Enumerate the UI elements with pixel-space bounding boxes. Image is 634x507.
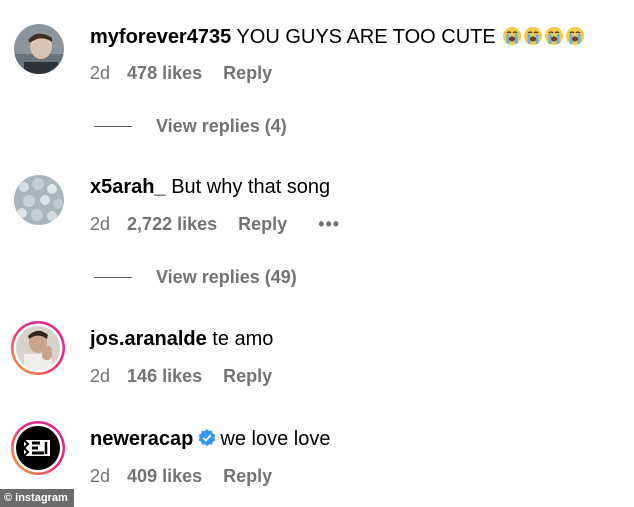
reply-button[interactable]: Reply <box>223 62 272 84</box>
replies-divider <box>94 125 132 127</box>
view-replies-button[interactable]: View replies (49) <box>94 266 297 288</box>
instagram-watermark: © instagram <box>0 489 74 507</box>
crying-emoji-group <box>501 26 585 48</box>
view-replies-label: View replies (49) <box>156 267 297 287</box>
loudly-crying-face-icon <box>545 27 564 45</box>
comment-4-line: neweracap we love love <box>90 427 330 451</box>
comment-1-line: myforever4735 YOU GUYS ARE TOO CUTE <box>90 25 585 49</box>
loudly-crying-face-icon <box>566 27 585 45</box>
replies-divider <box>94 276 132 278</box>
comment-username[interactable]: myforever4735 <box>90 26 231 48</box>
comment-likes[interactable]: 409 likes <box>127 465 202 487</box>
comment-time: 2d <box>90 366 111 386</box>
reply-button[interactable]: Reply <box>238 213 287 235</box>
comment-username[interactable]: neweracap <box>90 428 193 450</box>
avatar-x5arah_[interactable] <box>14 175 64 225</box>
reply-button[interactable]: Reply <box>223 465 272 487</box>
view-replies-button[interactable]: View replies (4) <box>94 115 287 137</box>
comments-list: myforever4735 YOU GUYS ARE TOO CUTE 2d 4… <box>0 0 634 507</box>
comment-3-meta: 2d 146 likes Reply <box>90 365 272 387</box>
comment-text: we love love <box>220 428 331 450</box>
comment-text: te amo <box>212 328 274 350</box>
comment-username[interactable]: jos.aranalde <box>90 328 207 350</box>
comment-likes[interactable]: 478 likes <box>127 62 202 84</box>
comment-likes[interactable]: 146 likes <box>127 365 202 387</box>
loudly-crying-face-icon <box>503 27 522 45</box>
comment-3-line: jos.aranalde te amo <box>90 327 273 351</box>
comment-2-meta: 2d 2,722 likes Reply ••• <box>90 213 340 235</box>
verified-badge-icon <box>198 429 216 447</box>
view-replies-label: View replies (4) <box>156 116 287 136</box>
comment-4-meta: 2d 409 likes Reply <box>90 465 272 487</box>
comment-2-line: x5arah_ But why that song <box>90 175 330 199</box>
avatar-jos-aranalde[interactable] <box>10 320 66 376</box>
comment-time: 2d <box>90 214 111 234</box>
comment-likes[interactable]: 2,722 likes <box>127 213 217 235</box>
comment-text: YOU GUYS ARE TOO CUTE <box>236 26 496 48</box>
loudly-crying-face-icon <box>524 27 543 45</box>
more-options-icon[interactable]: ••• <box>318 213 340 235</box>
new-era-flag-logo <box>22 439 50 457</box>
comment-username[interactable]: x5arah_ <box>90 176 166 198</box>
avatar-myforever4735[interactable] <box>14 24 64 74</box>
comment-time: 2d <box>90 466 111 486</box>
reply-button[interactable]: Reply <box>223 365 272 387</box>
comment-1-meta: 2d 478 likes Reply <box>90 62 272 84</box>
avatar-neweracap[interactable] <box>10 420 66 476</box>
comment-text: But why that song <box>171 176 331 198</box>
comment-time: 2d <box>90 63 111 83</box>
